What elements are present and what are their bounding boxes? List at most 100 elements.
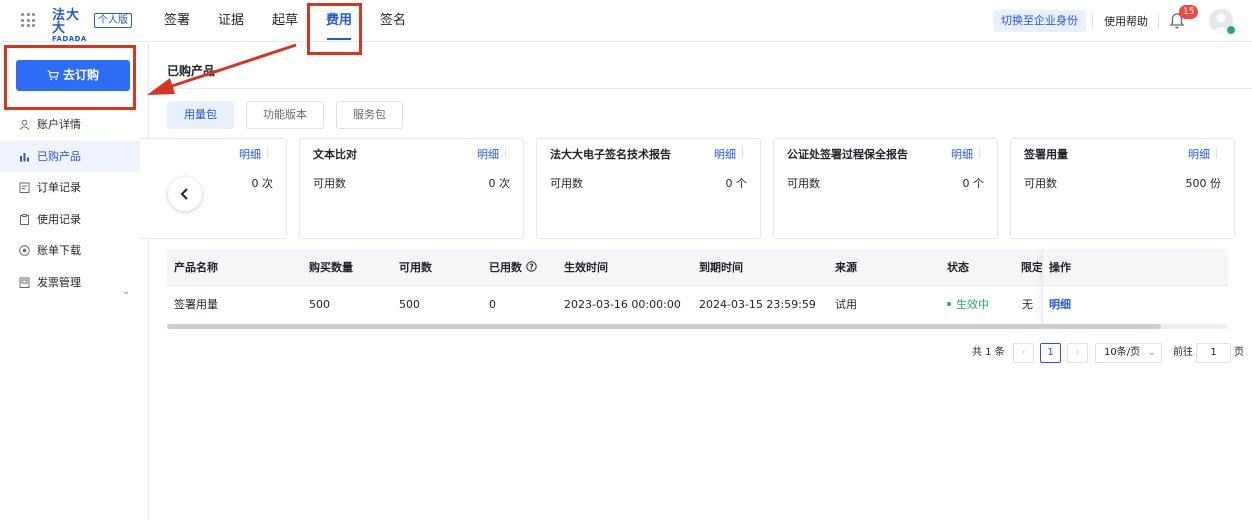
cell-available: 500 xyxy=(399,298,420,311)
nav-evidence[interactable]: 证据 xyxy=(204,0,258,42)
order-icon xyxy=(19,182,30,193)
card-value: 0 次 xyxy=(488,177,511,190)
sidebar-item-invoice[interactable]: 发票管理 ⌄ xyxy=(0,267,148,298)
sidebar-item-orders[interactable]: 订单记录 xyxy=(0,172,148,203)
nav-signature[interactable]: 签名 xyxy=(366,0,420,42)
logo-cn: 法大大 xyxy=(52,8,81,36)
card-title: 公证处签署过程保全报告 xyxy=(787,148,908,161)
card-detail-link[interactable]: 明细 xyxy=(714,146,736,162)
nav-sign[interactable]: 签署 xyxy=(150,0,204,42)
divider xyxy=(742,148,743,158)
main-nav: 签署 证据 起草 费用 签名 xyxy=(150,0,420,42)
divider xyxy=(149,88,1252,89)
card-detail-link[interactable]: 明细 xyxy=(239,146,261,162)
card-title: 签署用量 xyxy=(1024,148,1068,161)
highlight-box-order xyxy=(4,45,136,110)
status-badge: 生效中 xyxy=(947,286,989,324)
sidebar-item-label: 已购产品 xyxy=(37,150,81,163)
card-value: 0 个 xyxy=(962,177,985,190)
nav-draft[interactable]: 起草 xyxy=(258,0,312,42)
sidebar-item-label: 使用记录 xyxy=(37,213,81,226)
page-number[interactable]: 1 xyxy=(1040,343,1061,363)
column-header: 到期时间 xyxy=(699,261,743,274)
cell-used: 0 xyxy=(489,298,496,311)
card-value: 0 个 xyxy=(725,177,748,190)
tab-feature-version[interactable]: 功能版本 xyxy=(246,101,324,129)
tab-service-pack[interactable]: 服务包 xyxy=(336,101,403,129)
page-size-value: 10条/页 xyxy=(1104,347,1141,358)
divider xyxy=(979,148,980,158)
help-link[interactable]: 使用帮助 xyxy=(1104,13,1148,29)
edition-badge: 个人版 xyxy=(94,13,132,28)
page-title: 已购产品 xyxy=(167,64,216,78)
switch-identity-button[interactable]: 切换至企业身份 xyxy=(993,10,1086,32)
card-detail-link[interactable]: 明细 xyxy=(1188,146,1210,162)
card-key: 可用数 xyxy=(550,177,583,190)
status-label: 生效中 xyxy=(956,298,989,311)
product-card: 明细 0 次 xyxy=(140,138,287,239)
card-detail-link[interactable]: 明细 xyxy=(477,146,499,162)
goto-page-input[interactable]: 1 xyxy=(1196,343,1231,363)
sidebar-item-usage[interactable]: 使用记录 xyxy=(0,204,148,235)
card-detail-link[interactable]: 明细 xyxy=(951,146,973,162)
scrollbar-thumb[interactable] xyxy=(167,324,1161,329)
divider xyxy=(1216,148,1217,158)
card-key: 可用数 xyxy=(787,177,820,190)
cell-source: 试用 xyxy=(835,298,857,311)
column-header: 可用数 xyxy=(399,261,432,274)
goto-suffix: 页 xyxy=(1234,347,1244,358)
product-card: 法大大电子签名技术报告 明细 可用数 0 个 xyxy=(536,138,761,239)
divider xyxy=(505,148,506,158)
cell-end-time: 2024-03-15 23:59:59 xyxy=(699,298,816,311)
sidebar-item-label: 账单下载 xyxy=(37,244,81,257)
column-header-label: 已用数 xyxy=(489,261,522,274)
card-value: 500 份 xyxy=(1185,177,1222,190)
column-header: 生效时间 xyxy=(564,261,608,274)
carousel-prev-button[interactable] xyxy=(168,177,202,211)
bar-chart-icon xyxy=(20,153,29,162)
sidebar-item-purchased[interactable]: 已购产品 xyxy=(0,141,148,172)
cell-product: 签署用量 xyxy=(174,298,218,311)
cell-limit: 无 xyxy=(1022,298,1033,311)
sidebar-item-account[interactable]: 账户详情 xyxy=(0,109,148,140)
next-page-button[interactable]: › xyxy=(1067,343,1088,363)
card-key: 可用数 xyxy=(313,177,346,190)
clipboard-icon xyxy=(20,214,29,225)
sidebar-item-label: 账户详情 xyxy=(37,118,81,131)
sidebar: 去订购 账户详情 已购产品 订单记录 使用记录 账单下载 发票管理 ⌄ xyxy=(0,43,149,520)
card-key: 可用数 xyxy=(1024,177,1057,190)
column-header: 限定 xyxy=(1021,261,1043,274)
chevron-left-icon xyxy=(180,188,188,200)
pagination-total: 共 1 条 xyxy=(972,347,1005,358)
sidebar-item-label: 发票管理 xyxy=(37,276,81,289)
sidebar-item-bills[interactable]: 账单下载 xyxy=(0,235,148,266)
tab-usage-pack[interactable]: 用量包 xyxy=(167,101,234,129)
horizontal-scrollbar[interactable] xyxy=(167,324,1228,329)
cell-purchased: 500 xyxy=(309,298,330,311)
card-value: 0 次 xyxy=(251,177,274,190)
chevron-down-icon[interactable]: ⌄ xyxy=(122,276,130,307)
download-icon xyxy=(19,245,30,256)
status-dot xyxy=(947,302,951,306)
card-title: 法大大电子签名技术报告 xyxy=(550,148,671,161)
chevron-down-icon: ⌄ xyxy=(1147,347,1156,358)
divider xyxy=(1092,14,1093,28)
cell-start-time: 2023-03-16 00:00:00 xyxy=(564,298,681,311)
user-icon xyxy=(19,119,30,130)
app-grid-icon[interactable] xyxy=(21,13,35,27)
column-header: 状态 xyxy=(947,261,969,274)
page-size-select[interactable]: 10条/页 ⌄ xyxy=(1095,343,1162,363)
help-circle-icon[interactable]: ? xyxy=(526,261,537,272)
card-title: 文本比对 xyxy=(313,148,357,161)
divider xyxy=(267,148,268,158)
fixed-action-column xyxy=(1042,249,1228,324)
highlight-box-nav xyxy=(307,3,362,55)
prev-page-button[interactable]: ‹ xyxy=(1013,343,1034,363)
product-card: 签署用量 明细 可用数 500 份 xyxy=(1010,138,1235,239)
column-header: 购买数量 xyxy=(309,261,353,274)
fadada-logo[interactable]: 法大大 FADADA xyxy=(52,8,92,43)
invoice-icon xyxy=(19,277,30,288)
sidebar-item-label: 订单记录 xyxy=(37,181,81,194)
divider xyxy=(1158,14,1159,28)
product-card: 文本比对 明细 可用数 0 次 xyxy=(299,138,524,239)
